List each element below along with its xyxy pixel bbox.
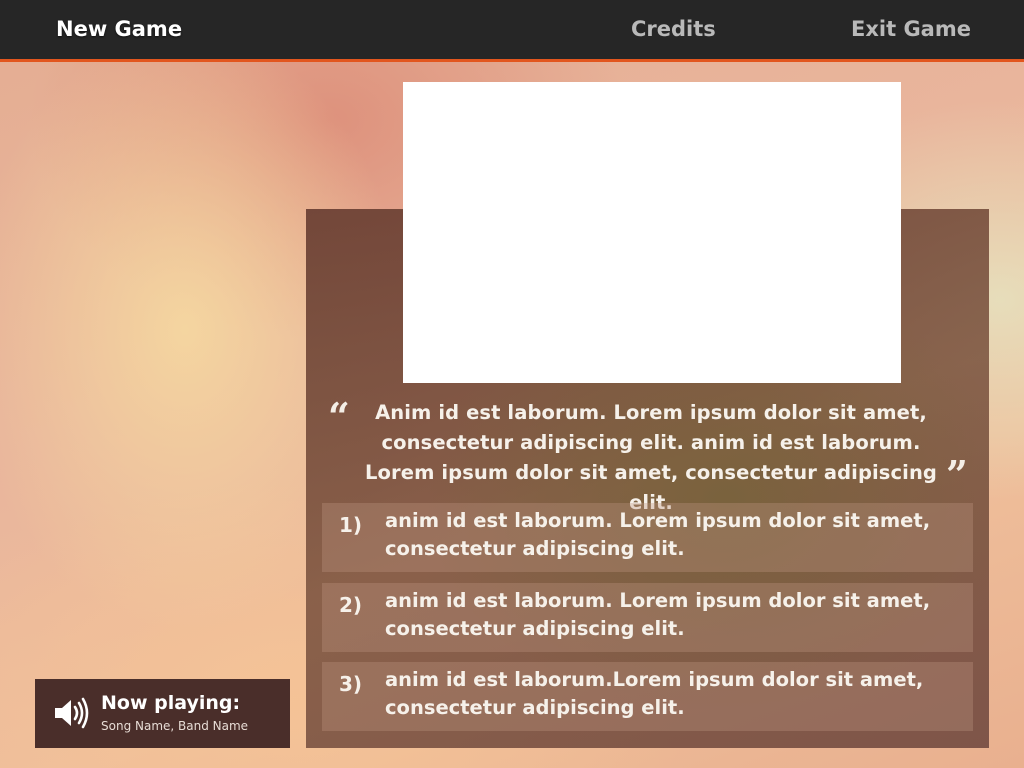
speaker-icon[interactable] [53,697,89,729]
now-playing-label: Now playing: [101,692,241,714]
answer-number: 1) [339,513,363,537]
answer-text: anim id est laborum.Lorem ipsum dolor si… [385,668,924,719]
song-info: Song Name, Band Name [101,719,249,733]
exit-game-link[interactable]: Exit Game [851,16,971,43]
question-text: Anim id est laborum. Lorem ipsum dolor s… [365,401,937,514]
answer-option-3[interactable]: 3) anim id est laborum.Lorem ipsum dolor… [322,662,973,731]
question-quote: “ Anim id est laborum. Lorem ipsum dolor… [322,394,974,515]
credits-link[interactable]: Credits [631,16,716,43]
answer-text: anim id est laborum. Lorem ipsum dolor s… [385,589,931,640]
answer-option-2[interactable]: 2) anim id est laborum. Lorem ipsum dolo… [322,583,973,652]
now-playing-box: Now playing: Song Name, Band Name [35,679,290,748]
answer-number: 2) [339,593,363,617]
close-quote-icon: ” [946,452,968,497]
answer-text: anim id est laborum. Lorem ipsum dolor s… [385,509,931,560]
answer-number: 3) [339,672,363,696]
question-image [403,82,901,383]
top-nav-bar: New Game Credits Exit Game [0,0,1024,62]
new-game-link[interactable]: New Game [56,16,182,43]
answer-option-1[interactable]: 1) anim id est laborum. Lorem ipsum dolo… [322,503,973,572]
open-quote-icon: “ [328,394,350,439]
